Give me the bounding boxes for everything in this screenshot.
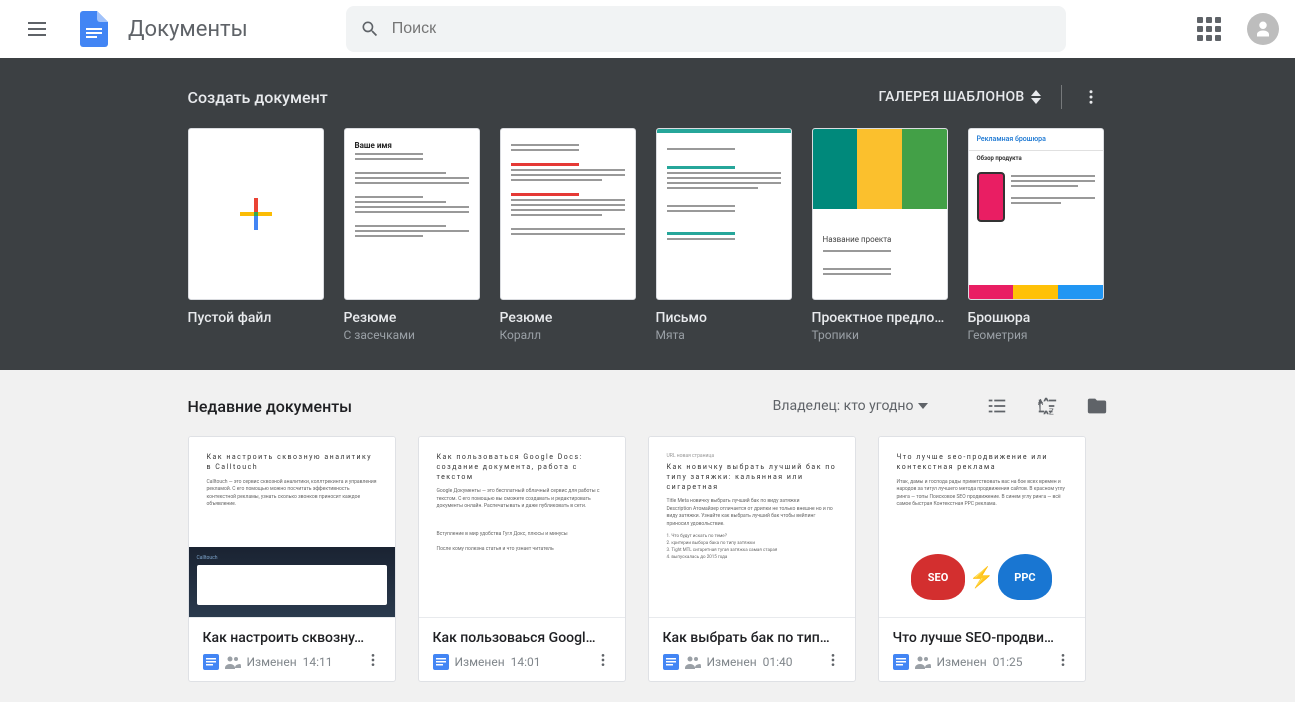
document-thumbnail: Как пользоваться Google Docs: создание д… — [419, 437, 625, 617]
document-title: Как пользоваься Googl… — [433, 630, 611, 646]
app-title: Документы — [128, 17, 248, 42]
template-resume-coral[interactable]: Резюме Коралл — [500, 128, 636, 342]
google-apps-icon[interactable] — [1189, 9, 1229, 49]
main-menu-button[interactable] — [16, 5, 64, 53]
search-bar[interactable] — [346, 6, 1066, 52]
list-view-button[interactable] — [986, 395, 1008, 417]
lightning-icon: ⚡ — [969, 565, 994, 589]
document-card[interactable]: Как пользоваться Google Docs: создание д… — [418, 436, 626, 682]
template-gallery-button[interactable]: ГАЛЕРЕЯ ШАБЛОНОВ — [870, 83, 1048, 111]
modified-label: Изменен — [455, 655, 505, 669]
template-resume-serif[interactable]: Ваше имя Резюме С засечками — [344, 128, 480, 342]
modified-label: Изменен — [707, 655, 757, 669]
modified-label: Изменен — [247, 655, 297, 669]
template-thumb — [500, 128, 636, 300]
template-name: Пустой файл — [188, 310, 324, 326]
document-more-button[interactable] — [1055, 652, 1071, 671]
document-card[interactable]: URL новая страница Как новичку выбрать л… — [648, 436, 856, 682]
document-title: Как выбрать бак по тип… — [663, 630, 841, 646]
document-card[interactable]: Как настроить сквозную аналитику в Callt… — [188, 436, 396, 682]
template-name: Резюме — [500, 310, 636, 326]
template-subtitle: Коралл — [500, 328, 636, 342]
template-name: Резюме — [344, 310, 480, 326]
document-thumbnail: Как настроить сквозную аналитику в Callt… — [189, 437, 395, 617]
expand-collapse-icon — [1031, 90, 1041, 104]
svg-text:Z: Z — [1048, 407, 1053, 417]
template-thumb — [656, 128, 792, 300]
template-proposal-tropics[interactable]: Название проекта Проектное предло… Тропи… — [812, 128, 948, 342]
document-title: Как настроить сквозну… — [203, 630, 381, 646]
owner-filter-dropdown[interactable]: Владелец: кто угодно — [765, 390, 936, 422]
modified-time: 14:11 — [303, 655, 333, 669]
docs-file-icon — [203, 654, 219, 670]
template-subtitle: Тропики — [812, 328, 948, 342]
template-name: Проектное предло… — [812, 310, 948, 326]
docs-logo-icon[interactable] — [76, 11, 112, 47]
modified-label: Изменен — [937, 655, 987, 669]
svg-text:A: A — [1037, 398, 1043, 408]
document-title: Что лучше SEO-продви… — [893, 630, 1071, 646]
template-name: Письмо — [656, 310, 792, 326]
blank-thumb — [188, 128, 324, 300]
template-letter-mint[interactable]: Письмо Мята — [656, 128, 792, 342]
app-header: Документы — [0, 0, 1295, 58]
shared-icon — [915, 654, 931, 670]
templates-section-title: Создать документ — [188, 88, 328, 107]
seo-badge: SEO — [911, 554, 965, 600]
recent-section-title: Недавние документы — [188, 397, 353, 416]
folder-picker-button[interactable] — [1086, 395, 1108, 417]
gallery-button-label: ГАЛЕРЕЯ ШАБЛОНОВ — [878, 89, 1024, 105]
template-brochure-geometry[interactable]: Рекламная брошюра Обзор продукта Брошюра — [968, 128, 1104, 342]
account-avatar[interactable] — [1247, 13, 1279, 45]
templates-more-button[interactable] — [1074, 80, 1108, 114]
templates-section: Создать документ ГАЛЕРЕЯ ШАБЛОНОВ — [0, 58, 1295, 370]
dropdown-arrow-icon — [918, 403, 928, 409]
recent-documents-section: Недавние документы Владелец: кто угодно … — [188, 370, 1108, 702]
template-subtitle: Геометрия — [968, 328, 1104, 342]
search-input[interactable] — [392, 20, 1052, 38]
docs-file-icon — [663, 654, 679, 670]
modified-time: 14:01 — [511, 655, 541, 669]
template-thumb: Название проекта — [812, 128, 948, 300]
shared-icon — [685, 654, 701, 670]
template-blank[interactable]: Пустой файл — [188, 128, 324, 342]
docs-file-icon — [893, 654, 909, 670]
owner-filter-label: Владелец: кто угодно — [773, 398, 914, 414]
search-icon — [360, 19, 380, 39]
document-more-button[interactable] — [825, 652, 841, 671]
document-thumbnail: Что лучше seo-продвижение или контекстна… — [879, 437, 1085, 617]
document-more-button[interactable] — [595, 652, 611, 671]
document-thumbnail: URL новая страница Как новичку выбрать л… — [649, 437, 855, 617]
divider — [1061, 85, 1062, 109]
shared-icon — [225, 654, 241, 670]
ppc-badge: PPC — [998, 554, 1052, 600]
sort-button[interactable]: AZ — [1036, 395, 1058, 417]
document-card[interactable]: Что лучше seo-продвижение или контекстна… — [878, 436, 1086, 682]
template-thumb: Рекламная брошюра Обзор продукта — [968, 128, 1104, 300]
modified-time: 01:40 — [763, 655, 793, 669]
docs-file-icon — [433, 654, 449, 670]
modified-time: 01:25 — [993, 655, 1023, 669]
template-thumb: Ваше имя — [344, 128, 480, 300]
template-subtitle: Мята — [656, 328, 792, 342]
template-subtitle: С засечками — [344, 328, 480, 342]
template-name: Брошюра — [968, 310, 1104, 326]
document-more-button[interactable] — [365, 652, 381, 671]
